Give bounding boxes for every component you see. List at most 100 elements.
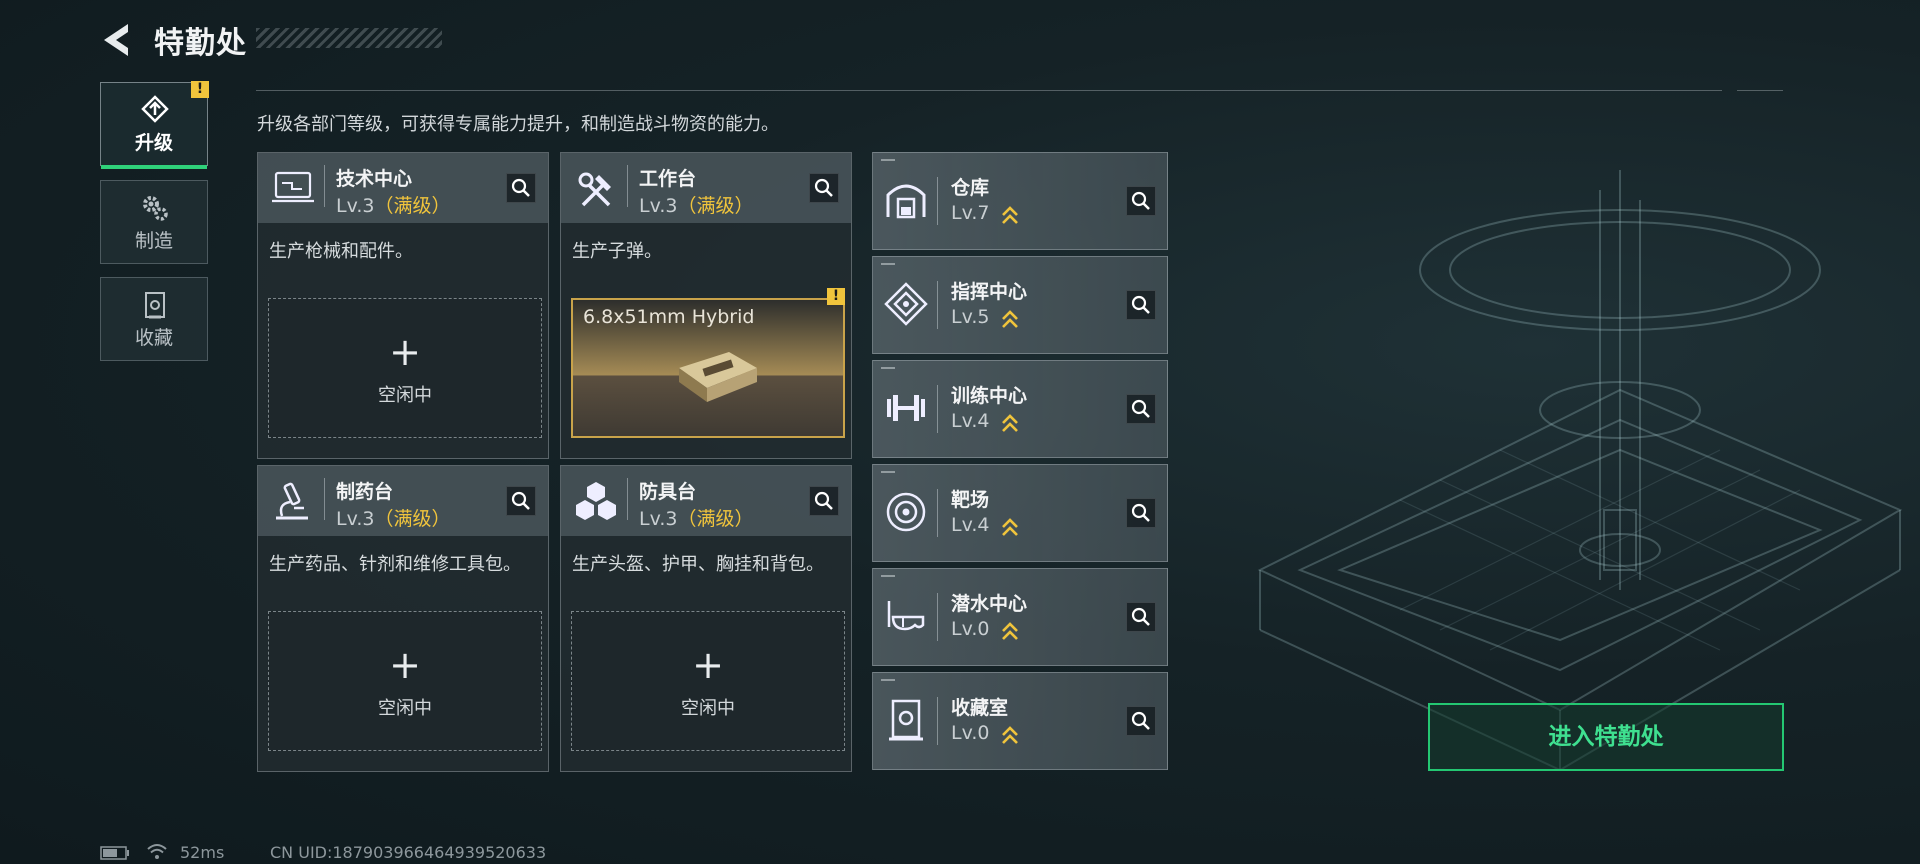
facility-item-training-center[interactable]: 训练中心 Lv.4: [872, 360, 1168, 458]
magnifier-icon: [1131, 399, 1150, 418]
facility-name: 收藏室: [951, 697, 1009, 719]
inspect-button[interactable]: [1126, 498, 1156, 528]
upgrade-chevrons-icon: [1002, 206, 1018, 224]
upgrade-icon: [141, 95, 169, 123]
facility-card-tech-center[interactable]: 技术中心 Lv.3（满级） 生产枪械和配件。 + 空闲中: [257, 152, 549, 459]
production-item-slot[interactable]: 6.8x51mm Hybrid !: [571, 288, 845, 438]
warehouse-icon: [886, 184, 926, 219]
add-icon: +: [692, 643, 724, 687]
corner-tick: [881, 471, 895, 473]
magnifier-icon: [1131, 295, 1150, 314]
facility-level: Lv.4: [951, 514, 990, 536]
slot-status: 空闲中: [378, 698, 432, 719]
hammer-wrench-icon: [578, 172, 611, 207]
ammo-box-icon: [679, 352, 757, 402]
armor-cubes-icon: [576, 482, 616, 520]
add-icon: +: [389, 330, 421, 374]
slot-status: 空闲中: [378, 385, 432, 406]
product-name: 6.8x51mm Hybrid: [583, 306, 755, 328]
card-header-separator: [627, 478, 628, 520]
add-icon: +: [389, 643, 421, 687]
battery-icon: [100, 846, 129, 860]
facility-name: 仓库: [951, 177, 990, 199]
inspect-button[interactable]: [506, 486, 536, 516]
facility-level: Lv.5: [951, 306, 990, 328]
corner-tick: [881, 263, 895, 265]
facility-level: Lv.3（满级）: [336, 195, 451, 217]
facility-level: Lv.0: [951, 618, 990, 640]
magnifier-icon: [814, 178, 833, 197]
facility-name: 潜水中心: [951, 593, 1028, 615]
corner-tick: [881, 679, 895, 681]
facility-card-pharmacy[interactable]: 制药台 Lv.3（满级） 生产药品、针剂和维修工具包。 + 空闲中: [257, 465, 549, 772]
inspect-button[interactable]: [1126, 602, 1156, 632]
network-latency: 52ms: [180, 843, 225, 862]
magnifier-icon: [1131, 607, 1150, 626]
facility-item-warehouse[interactable]: 仓库 Lv.7: [872, 152, 1168, 250]
corner-tick: [881, 159, 895, 161]
facility-card-armor-bench[interactable]: 防具台 Lv.3（满级） 生产头盔、护甲、胸挂和背包。 + 空闲中: [560, 465, 852, 772]
tab-upgrade[interactable]: 升级 !: [100, 81, 209, 169]
inspect-button[interactable]: [1126, 290, 1156, 320]
item-separator: [937, 385, 938, 433]
card-header-separator: [324, 478, 325, 520]
facility-item-collection-room[interactable]: 收藏室 Lv.0: [872, 672, 1168, 770]
max-level-tag: （满级）: [374, 195, 451, 217]
slot-status: 空闲中: [681, 698, 735, 719]
item-separator: [937, 281, 938, 329]
enter-special-ops-button[interactable]: 进入特勤处: [1428, 703, 1784, 771]
tab-collection-label: 收藏: [134, 327, 173, 349]
facility-name: 制药台: [336, 481, 394, 503]
magnifier-icon: [1131, 711, 1150, 730]
vault-icon: [145, 292, 165, 319]
dumbbell-icon: [887, 395, 925, 421]
inspect-button[interactable]: [809, 486, 839, 516]
target-icon: [886, 492, 926, 532]
upgrade-chevrons-icon: [1002, 726, 1018, 744]
inspect-button[interactable]: [1126, 706, 1156, 736]
microscope-icon: [276, 482, 308, 520]
facility-card-workbench[interactable]: 工作台 Lv.3（满级） 生产子弹。 6.8x51mm Hybrid !: [560, 152, 852, 459]
inspect-button[interactable]: [809, 173, 839, 203]
max-level-tag: （满级）: [677, 508, 754, 530]
facility-name: 靶场: [951, 489, 990, 511]
command-center-icon: [884, 282, 928, 326]
production-slot[interactable]: + 空闲中: [268, 298, 542, 438]
production-slot[interactable]: + 空闲中: [571, 611, 845, 751]
header-divider-end: [1737, 90, 1783, 91]
facility-level: Lv.7: [951, 202, 990, 224]
wifi-icon: [147, 844, 167, 859]
product-alert-badge: !: [827, 288, 845, 305]
production-slot[interactable]: + 空闲中: [268, 611, 542, 751]
magnifier-icon: [814, 491, 833, 510]
upgrade-alert-badge: !: [191, 81, 209, 98]
facility-item-shooting-range[interactable]: 靶场 Lv.4: [872, 464, 1168, 562]
upgrade-chevrons-icon: [1002, 518, 1018, 536]
magnifier-icon: [511, 178, 530, 197]
facility-description: 生产头盔、护甲、胸挂和背包。: [572, 554, 824, 575]
facility-name: 防具台: [639, 481, 697, 503]
inspect-button[interactable]: [506, 173, 536, 203]
magnifier-icon: [1131, 503, 1150, 522]
gears-icon: [143, 196, 168, 221]
inspect-button[interactable]: [1126, 394, 1156, 424]
facility-description: 生产子弹。: [572, 241, 662, 262]
facility-name: 训练中心: [951, 385, 1028, 407]
back-arrow-icon[interactable]: [98, 22, 138, 58]
tab-upgrade-label: 升级: [134, 132, 173, 154]
page-title: 特勤处: [154, 26, 247, 61]
facility-name: 工作台: [639, 168, 697, 190]
facility-level: Lv.3（满级）: [639, 508, 754, 530]
inspect-button[interactable]: [1126, 186, 1156, 216]
magnifier-icon: [511, 491, 530, 510]
tab-collection[interactable]: 收藏: [100, 277, 208, 361]
corner-tick: [881, 575, 895, 577]
tab-craft[interactable]: 制造: [100, 180, 208, 264]
facility-item-diving-center[interactable]: 潜水中心 Lv.0: [872, 568, 1168, 666]
facility-name: 技术中心: [336, 168, 413, 190]
card-header-separator: [627, 165, 628, 207]
vault-icon: [889, 699, 923, 741]
item-separator: [937, 177, 938, 225]
active-tab-indicator: [101, 165, 207, 169]
facility-item-command-center[interactable]: 指挥中心 Lv.5: [872, 256, 1168, 354]
